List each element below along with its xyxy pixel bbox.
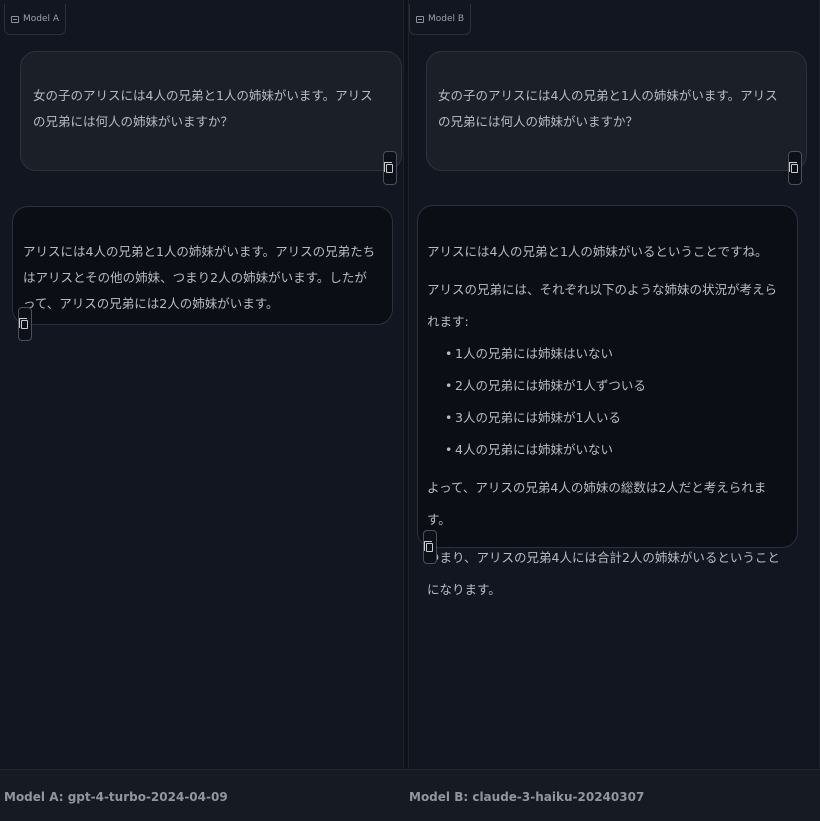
chat-icon [416, 15, 424, 23]
copy-icon [384, 162, 393, 173]
model-a-name: Model A: gpt-4-turbo-2024-04-09 [4, 790, 228, 804]
model-b-tab: Model B [409, 4, 472, 35]
list-item: 1人の兄弟には姉妹はいない [445, 338, 785, 370]
model-a-user-message: 女の子のアリスには4人の兄弟と1人の姉妹がいます。アリスの兄弟には何人の姉妹がい… [20, 51, 402, 171]
copy-icon [789, 162, 798, 173]
model-a-user-copy-button[interactable] [383, 151, 397, 185]
model-a-tab: Model A [4, 4, 67, 35]
model-a-response: アリスには4人の兄弟と1人の姉妹がいます。アリスの兄弟たちはアリスとその他の姉妹… [12, 206, 393, 325]
chat-icon [11, 15, 19, 23]
model-b-response-conclusion: つまり、アリスの兄弟4人には合計2人の姉妹がいるということになります。 [427, 550, 780, 597]
model-b-user-text: 女の子のアリスには4人の兄弟と1人の姉妹がいます。アリスの兄弟には何人の姉妹がい… [438, 88, 778, 129]
model-b-response-lead: アリスの兄弟には、それぞれ以下のような姉妹の状況が考えられます: [427, 282, 778, 329]
model-a-response-text: アリスには4人の兄弟と1人の姉妹がいます。アリスの兄弟たちはアリスとその他の姉妹… [23, 244, 376, 311]
model-b-response-list: 1人の兄弟には姉妹はいない 2人の兄弟には姉妹が1人ずついる 3人の兄弟には姉妹… [427, 338, 785, 466]
list-item: 4人の兄弟には姉妹がいない [445, 434, 785, 466]
model-b-response-summary: よって、アリスの兄弟4人の姉妹の総数は2人だと考えられます。 [427, 480, 767, 527]
model-a-panel: Model A 女の子のアリスには4人の兄弟と1人の姉妹がいます。アリスの兄弟に… [0, 0, 404, 768]
list-item: 3人の兄弟には姉妹が1人いる [445, 402, 785, 434]
model-b-tab-label: Model B [428, 14, 465, 24]
model-b-name: Model B: claude-3-haiku-20240307 [409, 790, 645, 804]
copy-icon [19, 318, 28, 329]
model-footer: Model A: gpt-4-turbo-2024-04-09 Model B:… [0, 769, 820, 821]
copy-icon [424, 541, 433, 552]
model-b-response: アリスには4人の兄弟と1人の姉妹がいるということですね。 アリスの兄弟には、それ… [417, 205, 798, 597]
model-b-response-copy-button[interactable] [423, 530, 437, 564]
model-a-tab-label: Model A [23, 14, 60, 24]
model-a-user-text: 女の子のアリスには4人の兄弟と1人の姉妹がいます。アリスの兄弟には何人の姉妹がい… [33, 88, 373, 129]
model-a-response-copy-button[interactable] [18, 307, 32, 341]
model-b-response-intro: アリスには4人の兄弟と1人の姉妹がいるということですね。 [427, 244, 768, 259]
model-b-panel: Model B 女の子のアリスには4人の兄弟と1人の姉妹がいます。アリスの兄弟に… [408, 0, 820, 768]
model-b-user-copy-button[interactable] [788, 151, 802, 185]
model-b-user-message: 女の子のアリスには4人の兄弟と1人の姉妹がいます。アリスの兄弟には何人の姉妹がい… [426, 51, 807, 171]
list-item: 2人の兄弟には姉妹が1人ずついる [445, 370, 785, 402]
